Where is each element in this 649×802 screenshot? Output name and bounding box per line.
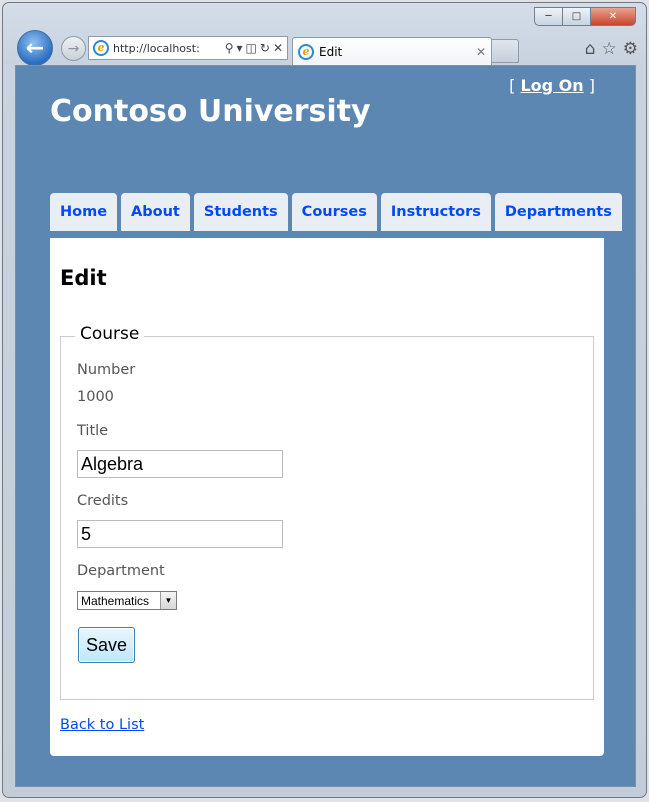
save-button[interactable]: Save [78,627,135,663]
star-icon[interactable]: ☆ [602,39,617,59]
address-tools: ⚲ ▾ ◫ ↻ ✕ [225,41,283,55]
ie-page-icon: e [93,40,109,56]
window-controls: ─ □ ✕ [534,7,636,26]
browser-tab-edit[interactable]: e Edit ✕ [292,37,492,65]
close-window-button[interactable]: ✕ [590,7,636,26]
dropdown-icon[interactable]: ▾ [237,41,243,55]
tab-title: Edit [319,44,343,59]
back-arrow-icon: ← [25,35,45,61]
main-menu: Home About Students Courses Instructors … [50,193,622,231]
maximize-button[interactable]: □ [562,7,590,26]
stop-icon[interactable]: ✕ [273,41,283,55]
department-select[interactable]: Mathematics ▼ [77,591,177,610]
logon-bracket-close: ] [588,76,595,95]
logon-bracket-open: [ [509,76,516,95]
back-button[interactable]: ← [17,30,53,66]
department-label: Department [77,563,165,579]
page-heading: Edit [60,266,107,290]
number-label: Number [77,362,136,378]
menu-tab-home[interactable]: Home [50,193,118,231]
refresh-icon[interactable]: ↻ [260,41,270,55]
menu-tab-departments[interactable]: Departments [494,193,622,231]
title-input[interactable] [77,450,283,478]
credits-label: Credits [77,493,129,509]
credits-input[interactable] [77,520,283,548]
browser-toolbar-icons: ⌂ ☆ ⚙ [585,39,638,59]
number-value: 1000 [77,389,114,405]
main-content: Edit Course Number 1000 Title Credits De… [50,238,604,756]
menu-tab-instructors[interactable]: Instructors [380,193,491,231]
new-tab-button[interactable] [492,39,519,63]
address-bar[interactable]: e http://localhost: ⚲ ▾ ◫ ↻ ✕ [88,36,288,60]
compatibility-icon[interactable]: ◫ [246,41,257,55]
department-selected-value: Mathematics [81,593,150,608]
tab-close-icon[interactable]: ✕ [476,45,486,59]
browser-window: ─ □ ✕ ← → e http://localhost: ⚲ ▾ ◫ ↻ ✕ … [2,2,647,798]
site-title: Contoso University [50,94,371,129]
tab-page-icon: e [298,43,314,60]
logon-area: [ Log On ] [509,76,595,95]
page-viewport: [ Log On ] Contoso University Home About… [15,65,636,787]
logon-link[interactable]: Log On [520,76,583,95]
home-icon[interactable]: ⌂ [585,39,596,59]
menu-tab-students[interactable]: Students [193,193,288,231]
back-to-list-link[interactable]: Back to List [60,717,144,733]
menu-tab-about[interactable]: About [121,193,190,231]
chevron-down-icon[interactable]: ▼ [160,592,176,609]
forward-button[interactable]: → [61,36,86,61]
fieldset-legend: Course [75,324,145,344]
address-text[interactable]: http://localhost: [113,42,221,55]
menu-tab-courses[interactable]: Courses [291,193,377,231]
minimize-button[interactable]: ─ [534,7,562,26]
gear-icon[interactable]: ⚙ [623,39,638,59]
course-fieldset: Course Number 1000 Title Credits Departm… [60,324,594,700]
title-label: Title [77,423,109,439]
forward-arrow-icon: → [67,40,80,57]
search-icon[interactable]: ⚲ [225,41,234,55]
